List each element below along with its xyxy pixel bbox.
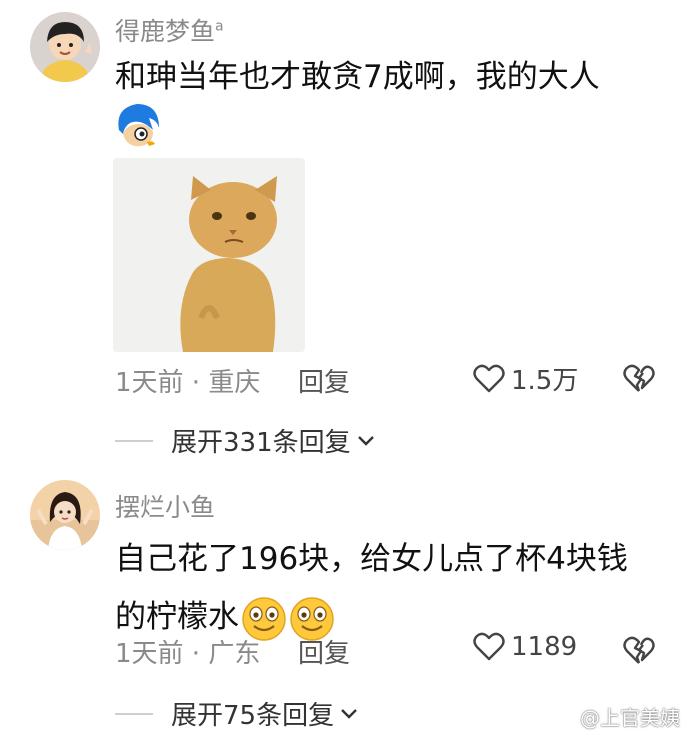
like-count: 1.5万 bbox=[511, 366, 579, 396]
dislike-button[interactable] bbox=[622, 361, 656, 395]
reply-button[interactable]: 回复 bbox=[298, 633, 350, 670]
username-suffix: a bbox=[215, 18, 224, 35]
weibo-logo-icon bbox=[552, 708, 575, 727]
username[interactable]: 得鹿梦鱼a bbox=[115, 12, 224, 48]
comment-text: 和珅当年也才敢贪7成啊，我的大人 bbox=[115, 48, 600, 106]
comment-text-line: 自己花了196块，给女儿点了杯4块钱 bbox=[115, 541, 628, 577]
avatar[interactable] bbox=[30, 12, 100, 82]
comment-item: 摆烂小鱼 自己花了196块，给女儿点了杯4块钱 的柠檬水 1天前 · 广东 回复 bbox=[0, 470, 690, 735]
like-button[interactable]: 1189 bbox=[473, 632, 577, 662]
expand-replies-label: 展开331条回复 bbox=[171, 428, 351, 458]
like-button[interactable]: 1.5万 bbox=[473, 360, 578, 397]
like-count: 1189 bbox=[511, 632, 578, 662]
chevron-down-icon bbox=[341, 708, 357, 719]
expand-replies-label: 展开75条回复 bbox=[171, 701, 335, 731]
dislike-button[interactable] bbox=[622, 633, 656, 667]
heart-outline-icon bbox=[473, 632, 505, 661]
cat-image[interactable] bbox=[113, 158, 305, 352]
time-location: 1天前 · 重庆 bbox=[115, 368, 261, 398]
broken-heart-icon bbox=[623, 364, 655, 392]
heart-outline-icon bbox=[473, 364, 505, 392]
avatar[interactable] bbox=[30, 480, 100, 550]
blue-hair-sticker-icon bbox=[113, 100, 163, 152]
broken-heart-icon bbox=[623, 636, 655, 664]
username[interactable]: 摆烂小鱼 bbox=[115, 488, 215, 524]
divider bbox=[115, 712, 153, 715]
comment-item: 得鹿梦鱼a 和珅当年也才敢贪7成啊，我的大人 1天前 · 重庆 回复 1.5万 … bbox=[0, 0, 690, 470]
chevron-down-icon bbox=[357, 435, 374, 446]
expand-replies-button[interactable]: 展开331条回复 bbox=[115, 422, 375, 459]
watermark-text: @上官美姨 bbox=[580, 706, 680, 730]
watermark: @上官美姨 bbox=[552, 702, 680, 731]
time-location: 1天前 · 广东 bbox=[115, 639, 261, 669]
comment-text-line: 和珅当年也才敢贪7成啊，我的大人 bbox=[115, 59, 600, 95]
divider bbox=[115, 439, 153, 442]
comment-text: 自己花了196块，给女儿点了杯4块钱 的柠檬水 bbox=[115, 530, 628, 646]
reply-button[interactable]: 回复 bbox=[298, 362, 350, 399]
expand-replies-button[interactable]: 展开75条回复 bbox=[115, 695, 358, 732]
